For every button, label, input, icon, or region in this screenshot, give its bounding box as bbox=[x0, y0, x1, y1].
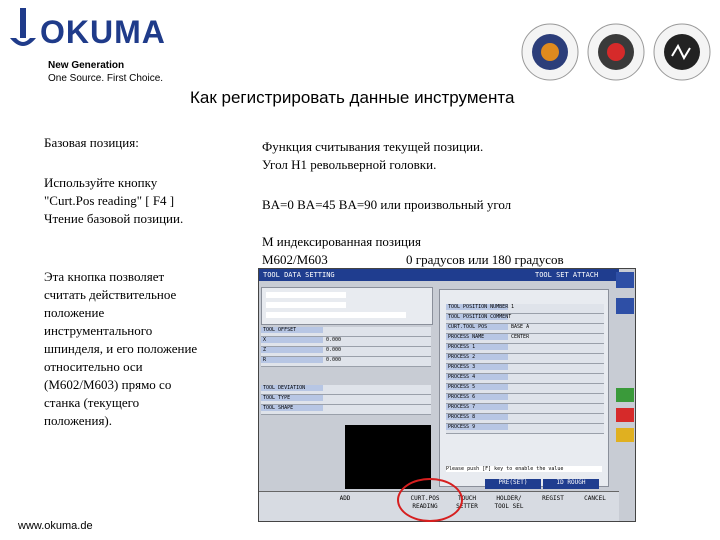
tool-field-1[interactable] bbox=[266, 292, 346, 298]
tool-info-panel bbox=[261, 287, 433, 325]
page-title: Как регистрировать данные инструмента bbox=[190, 88, 515, 107]
highlight-circle bbox=[397, 478, 463, 522]
fkey-holder-tool-sel[interactable]: HOLDER/ TOOL SEL bbox=[489, 495, 529, 519]
left-text-1: Базовая позиция: bbox=[44, 135, 139, 150]
table-row[interactable]: TOOL POSITION NUMBER 1 bbox=[446, 304, 604, 314]
logo-text: OKUMA bbox=[40, 14, 166, 50]
toolbar-green-icon[interactable] bbox=[616, 388, 634, 402]
toolbar-button-1[interactable] bbox=[616, 272, 634, 288]
status-message: Please push [F] key to enable the value bbox=[446, 466, 602, 472]
table-row[interactable]: R 0.000 bbox=[261, 357, 431, 367]
footer-url[interactable]: www.okuma.de bbox=[18, 520, 93, 532]
left-text-3: Эта кнопка позволяет считать действитель… bbox=[44, 269, 198, 428]
screen-header: TOOL DATA SETTING TOOL SET ATTACH bbox=[259, 269, 619, 281]
badge-3-icon bbox=[653, 23, 711, 81]
right-text-4b: 0 градусов или 180 градусов bbox=[406, 252, 564, 267]
table-row[interactable]: PROCESS 6 bbox=[446, 394, 604, 404]
table-row[interactable]: PROCESS 4 bbox=[446, 374, 604, 384]
table-row[interactable]: TOOL SHAPE bbox=[261, 405, 431, 415]
tool-field-3[interactable] bbox=[266, 312, 406, 318]
tagline-2: One Source. First Choice. bbox=[48, 73, 164, 84]
offset-table: TOOL OFFSET X 0.000 Z 0.000 R 0.000 TOOL… bbox=[261, 327, 431, 415]
okuma-emblem-icon bbox=[10, 8, 36, 46]
table-row[interactable]: PROCESS NAME CENTER bbox=[446, 334, 604, 344]
fkey-regist[interactable]: REGIST bbox=[533, 495, 573, 519]
feature-badges bbox=[521, 23, 711, 81]
process-panel: TOOL POSITION NUMBER 1 TOOL POSITION COM… bbox=[439, 289, 609, 487]
table-row[interactable]: TOOL DEVIATION bbox=[261, 385, 431, 395]
left-text-2: Используйте кнопку "Curt.Pos reading" [ … bbox=[44, 175, 184, 226]
right-text-3: М индексированная позиция bbox=[262, 234, 421, 249]
table-row[interactable]: PROCESS 1 bbox=[446, 344, 604, 354]
table-row[interactable]: TOOL OFFSET bbox=[261, 327, 431, 337]
toolbar-button-2[interactable] bbox=[616, 298, 634, 314]
right-text-2: BA=0 BA=45 BA=90 или произвольный угол bbox=[262, 197, 512, 212]
toolbar-red-icon[interactable] bbox=[616, 408, 634, 422]
id-rough-button[interactable]: ID ROUGH bbox=[543, 479, 599, 489]
preset-button[interactable]: PRE(SET) bbox=[485, 479, 541, 489]
tagline-1: New Generation bbox=[48, 60, 125, 71]
table-row[interactable]: PROCESS 2 bbox=[446, 354, 604, 364]
process-table: TOOL POSITION NUMBER 1 TOOL POSITION COM… bbox=[446, 304, 604, 434]
table-row[interactable]: Z 0.000 bbox=[261, 347, 431, 357]
screen-header-tab[interactable]: TOOL SET ATTACH bbox=[535, 271, 598, 279]
fkey-cancel[interactable]: CANCEL bbox=[575, 495, 615, 519]
toolbar-yellow-icon[interactable] bbox=[616, 428, 634, 442]
tool-field-2[interactable] bbox=[266, 302, 346, 308]
screen-right-toolbar bbox=[614, 268, 636, 520]
badge-1-icon bbox=[521, 23, 579, 81]
table-row[interactable]: PROCESS 9 bbox=[446, 424, 604, 434]
table-row[interactable]: CURT.TOOL POS BASE A bbox=[446, 324, 604, 334]
right-text-4a: M602/M603 bbox=[262, 252, 328, 267]
table-row[interactable]: TOOL TYPE bbox=[261, 395, 431, 405]
table-row[interactable]: PROCESS 8 bbox=[446, 414, 604, 424]
badge-2-icon bbox=[587, 23, 645, 81]
screen-header-title: TOOL DATA SETTING bbox=[263, 271, 335, 279]
table-row[interactable]: PROCESS 7 bbox=[446, 404, 604, 414]
table-row[interactable]: X 0.000 bbox=[261, 337, 431, 347]
table-row[interactable]: PROCESS 3 bbox=[446, 364, 604, 374]
table-row[interactable]: PROCESS 5 bbox=[446, 384, 604, 394]
right-text-1: Функция считывания текущей позиции. Угол… bbox=[262, 139, 484, 172]
table-row[interactable]: TOOL POSITION COMMENT bbox=[446, 314, 604, 324]
fkey-add[interactable]: ADD bbox=[325, 495, 365, 519]
